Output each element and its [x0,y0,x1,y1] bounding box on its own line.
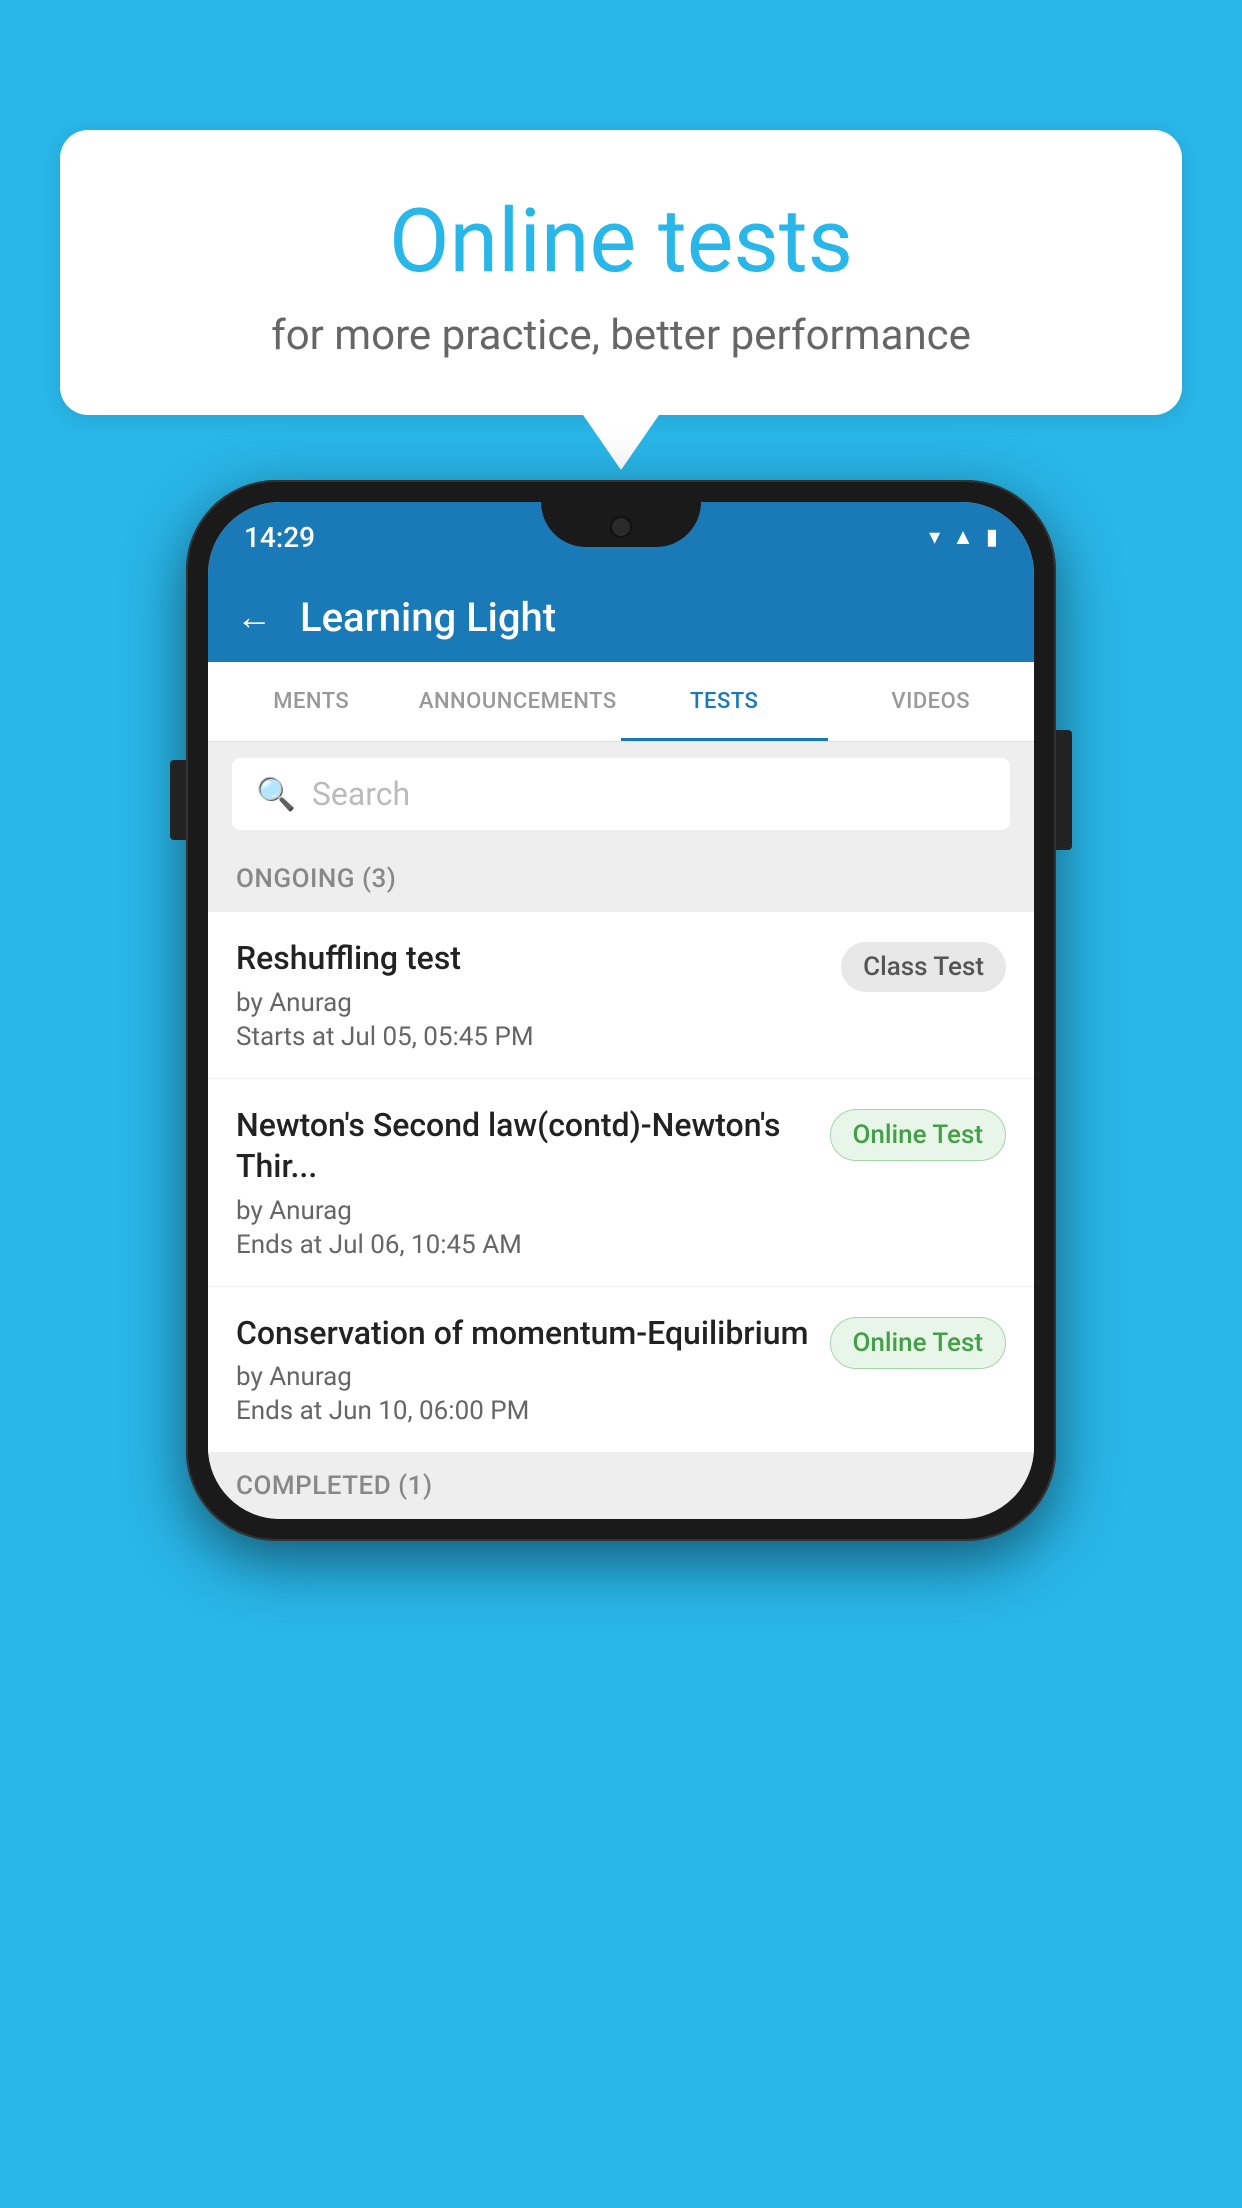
promo-bubble: Online tests for more practice, better p… [60,130,1182,415]
tab-ments[interactable]: MENTS [208,662,415,741]
test-info: Conservation of momentum-Equilibrium by … [236,1313,814,1427]
status-bar: 14:29 ▾ ▲ ▮ [208,502,1034,572]
test-name: Reshuffling test [236,938,825,980]
phone-screen: 14:29 ▾ ▲ ▮ ← Learning Light MENTS ANNOU… [208,502,1034,1519]
tab-videos[interactable]: VIDEOS [828,662,1035,741]
list-item[interactable]: Conservation of momentum-Equilibrium by … [208,1287,1034,1454]
search-bar[interactable]: 🔍 Search [232,758,1010,830]
class-test-badge: Class Test [841,942,1006,992]
ongoing-section-header: ONGOING (3) [208,846,1034,912]
battery-icon: ▮ [986,525,998,550]
test-author: by Anurag [236,1362,814,1392]
search-icon: 🔍 [256,775,296,813]
speech-bubble: Online tests for more practice, better p… [60,130,1182,415]
list-item[interactable]: Newton's Second law(contd)-Newton's Thir… [208,1079,1034,1287]
completed-section-header: COMPLETED (1) [208,1453,1034,1519]
phone-outer: 14:29 ▾ ▲ ▮ ← Learning Light MENTS ANNOU… [186,480,1056,1541]
bubble-title: Online tests [110,190,1132,293]
search-placeholder: Search [312,775,410,813]
test-list: Reshuffling test by Anurag Starts at Jul… [208,912,1034,1453]
tab-tests[interactable]: TESTS [621,662,828,741]
list-item[interactable]: Reshuffling test by Anurag Starts at Jul… [208,912,1034,1079]
online-test-badge: Online Test [830,1109,1007,1161]
wifi-icon: ▾ [929,525,940,550]
test-author: by Anurag [236,988,825,1018]
app-bar: ← Learning Light [208,572,1034,662]
signal-icon: ▲ [952,524,974,550]
tab-bar: MENTS ANNOUNCEMENTS TESTS VIDEOS [208,662,1034,742]
test-author: by Anurag [236,1196,814,1226]
app-title: Learning Light [300,594,556,641]
camera [610,516,632,538]
notch [541,502,701,547]
status-time: 14:29 [244,521,315,554]
search-container: 🔍 Search [208,742,1034,846]
online-test-badge: Online Test [830,1317,1007,1369]
test-name: Conservation of momentum-Equilibrium [236,1313,814,1355]
ongoing-label: ONGOING (3) [236,864,396,894]
tab-announcements[interactable]: ANNOUNCEMENTS [415,662,622,741]
status-icons: ▾ ▲ ▮ [929,524,998,550]
test-time: Starts at Jul 05, 05:45 PM [236,1022,825,1052]
test-time: Ends at Jun 10, 06:00 PM [236,1396,814,1426]
test-info: Newton's Second law(contd)-Newton's Thir… [236,1105,814,1260]
back-button[interactable]: ← [236,596,272,638]
bubble-subtitle: for more practice, better performance [110,311,1132,360]
test-info: Reshuffling test by Anurag Starts at Jul… [236,938,825,1052]
test-name: Newton's Second law(contd)-Newton's Thir… [236,1105,814,1188]
phone-mockup: 14:29 ▾ ▲ ▮ ← Learning Light MENTS ANNOU… [186,480,1056,1541]
completed-label: COMPLETED (1) [236,1471,433,1501]
test-time: Ends at Jul 06, 10:45 AM [236,1230,814,1260]
